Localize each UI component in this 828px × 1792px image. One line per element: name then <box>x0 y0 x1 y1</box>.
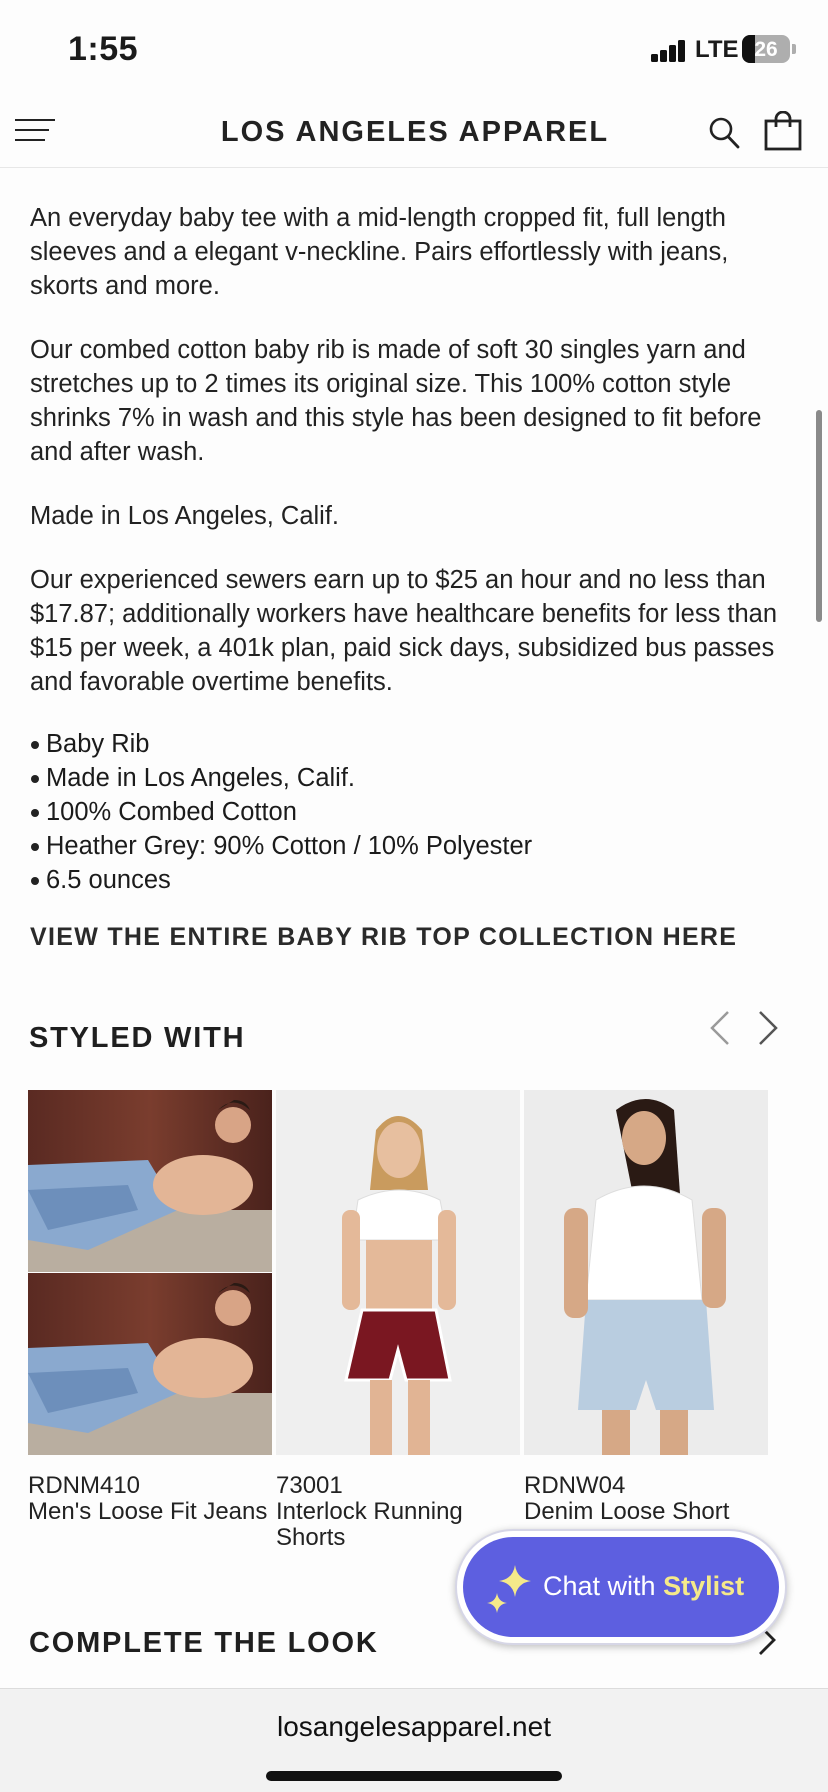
product-code[interactable]: RDNW04 <box>524 1473 768 1499</box>
browser-address-bar: losangelesapparel.net <box>0 1688 828 1792</box>
network-type: LTE <box>695 36 739 63</box>
styled-with-title: STYLED WITH <box>29 1022 246 1054</box>
brand-logo[interactable]: LOS ANGELES APPAREL <box>150 116 680 149</box>
status-time: 1:55 <box>68 30 139 68</box>
chat-with-stylist-container: Chat with Stylist <box>455 1529 787 1645</box>
chat-button-label[interactable]: Chat with Stylist <box>543 1571 744 1602</box>
styled-with-carousel: RDNM410 Men's Loose Fit Jeans 73001 Inte… <box>28 1090 828 1551</box>
search-icon[interactable] <box>708 116 740 150</box>
feature-item: Baby Rib <box>30 727 800 761</box>
feature-item: 100% Combed Cotton <box>30 795 800 829</box>
url-display[interactable]: losangelesapparel.net <box>0 1711 828 1743</box>
battery-icon: 26 <box>742 35 790 63</box>
chat-label-emphasis: Stylist <box>663 1571 745 1601</box>
description-paragraph: Made in Los Angeles, Calif. <box>30 502 340 530</box>
scrollbar[interactable] <box>816 410 822 622</box>
chat-with-stylist-button[interactable]: Chat with Stylist <box>463 1537 779 1637</box>
sparkle-icon <box>487 1565 531 1613</box>
status-bar: 1:55 LTE 26 <box>0 0 828 96</box>
product-card[interactable]: 73001 Interlock Running Shorts <box>276 1090 520 1551</box>
hamburger-menu-icon[interactable] <box>15 116 55 142</box>
home-indicator[interactable] <box>266 1771 562 1781</box>
view-collection-link[interactable]: VIEW THE ENTIRE BABY RIB TOP COLLECTION … <box>30 924 800 950</box>
feature-item: 6.5 ounces <box>30 863 800 897</box>
product-name[interactable]: Denim Loose Short <box>524 1499 768 1525</box>
product-code[interactable]: 73001 <box>276 1473 520 1499</box>
description-paragraph: Our experienced sewers earn up to $25 an… <box>30 566 778 696</box>
product-name[interactable]: Men's Loose Fit Jeans <box>28 1499 272 1525</box>
product-description: An everyday baby tee with a mid-length c… <box>30 168 800 897</box>
product-card[interactable]: RDNW04 Denim Loose Short <box>524 1090 768 1525</box>
complete-the-look-title: COMPLETE THE LOOK <box>29 1627 379 1659</box>
chevron-left-icon[interactable] <box>706 1006 734 1050</box>
cellular-signal-icon <box>651 40 687 62</box>
feature-item: Heather Grey: 90% Cotton / 10% Polyester <box>30 829 800 863</box>
site-header: LOS ANGELES APPAREL <box>0 96 828 168</box>
product-code[interactable]: RDNM410 <box>28 1473 272 1499</box>
description-paragraph: An everyday baby tee with a mid-length c… <box>30 204 729 300</box>
chevron-right-icon[interactable] <box>754 1006 782 1050</box>
product-card[interactable]: RDNM410 Men's Loose Fit Jeans <box>28 1090 272 1525</box>
description-paragraph: Our combed cotton baby rib is made of so… <box>30 336 762 466</box>
battery-level: 26 <box>754 38 778 61</box>
feature-item: Made in Los Angeles, Calif. <box>30 761 800 795</box>
product-image[interactable] <box>524 1090 768 1455</box>
product-image[interactable] <box>276 1090 520 1455</box>
shopping-bag-icon[interactable] <box>764 111 802 151</box>
chat-label-prefix: Chat with <box>543 1571 664 1601</box>
feature-list: Baby Rib Made in Los Angeles, Calif. 100… <box>30 727 800 897</box>
product-image[interactable] <box>28 1090 272 1455</box>
